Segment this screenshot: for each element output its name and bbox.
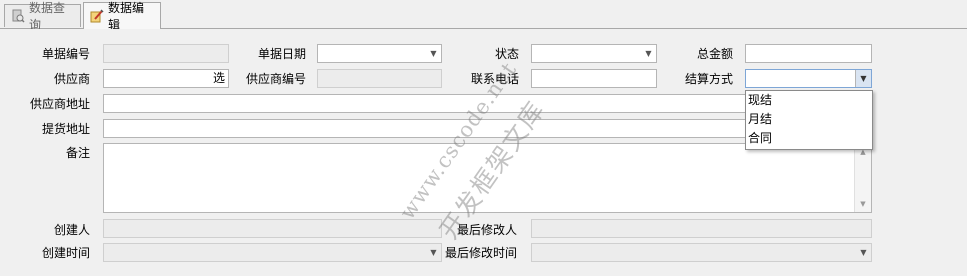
settle-method-label: 结算方式 xyxy=(684,72,733,86)
chevron-down-icon[interactable]: ▼ xyxy=(426,45,441,62)
phone-field[interactable] xyxy=(531,69,657,88)
doc-date-picker[interactable]: ▼ xyxy=(317,44,442,63)
remark-label: 备注 xyxy=(65,146,90,160)
chevron-down-icon[interactable]: ▼ xyxy=(641,45,656,62)
status-select[interactable]: ▼ xyxy=(531,44,657,63)
chevron-down-icon[interactable]: ▼ xyxy=(855,70,871,87)
supplier-code-label: 供应商编号 xyxy=(245,72,306,86)
settle-method-dropdown: 现结 月结 合同 xyxy=(745,90,873,150)
pickup-address-label: 提货地址 xyxy=(41,122,90,136)
last-editor-field[interactable] xyxy=(531,219,872,238)
doc-no-field[interactable] xyxy=(103,44,229,63)
tab-bar: 数据查询 数据编辑 xyxy=(0,0,967,32)
created-time-picker[interactable]: ▼ xyxy=(103,243,442,262)
edit-icon xyxy=(90,9,104,23)
doc-date-label: 单据日期 xyxy=(257,47,306,61)
supplier-label: 供应商 xyxy=(53,72,90,86)
status-label: 状态 xyxy=(494,47,519,61)
last-edit-time-label: 最后修改时间 xyxy=(444,246,517,260)
total-amount-label: 总金额 xyxy=(696,47,733,61)
supplier-field[interactable]: 选 xyxy=(103,69,229,88)
dropdown-option[interactable]: 合同 xyxy=(746,129,872,148)
remark-textarea[interactable]: ▲ ▼ xyxy=(103,143,872,213)
total-amount-field[interactable] xyxy=(745,44,872,63)
last-editor-label: 最后修改人 xyxy=(456,223,517,237)
phone-label: 联系电话 xyxy=(470,72,519,86)
remark-scrollbar[interactable]: ▲ ▼ xyxy=(854,144,871,212)
database-search-icon xyxy=(11,9,25,23)
creator-label: 创建人 xyxy=(53,223,90,237)
last-edit-time-picker[interactable]: ▼ xyxy=(531,243,872,262)
settle-method-select[interactable]: ▼ xyxy=(745,69,872,88)
chevron-down-icon[interactable]: ▼ xyxy=(856,244,871,261)
scroll-down-icon[interactable]: ▼ xyxy=(855,197,871,211)
creator-field[interactable] xyxy=(103,219,442,238)
created-time-label: 创建时间 xyxy=(41,246,90,260)
supplier-code-field[interactable] xyxy=(317,69,442,88)
supplier-address-label: 供应商地址 xyxy=(29,97,90,111)
doc-no-label: 单据编号 xyxy=(41,47,90,61)
supplier-pick-button[interactable]: 选 xyxy=(213,70,225,87)
tab-data-query[interactable]: 数据查询 xyxy=(4,1,81,32)
tab-data-edit[interactable]: 数据编辑 xyxy=(83,1,161,32)
dropdown-option[interactable]: 现结 xyxy=(746,91,872,110)
dropdown-option[interactable]: 月结 xyxy=(746,110,872,129)
